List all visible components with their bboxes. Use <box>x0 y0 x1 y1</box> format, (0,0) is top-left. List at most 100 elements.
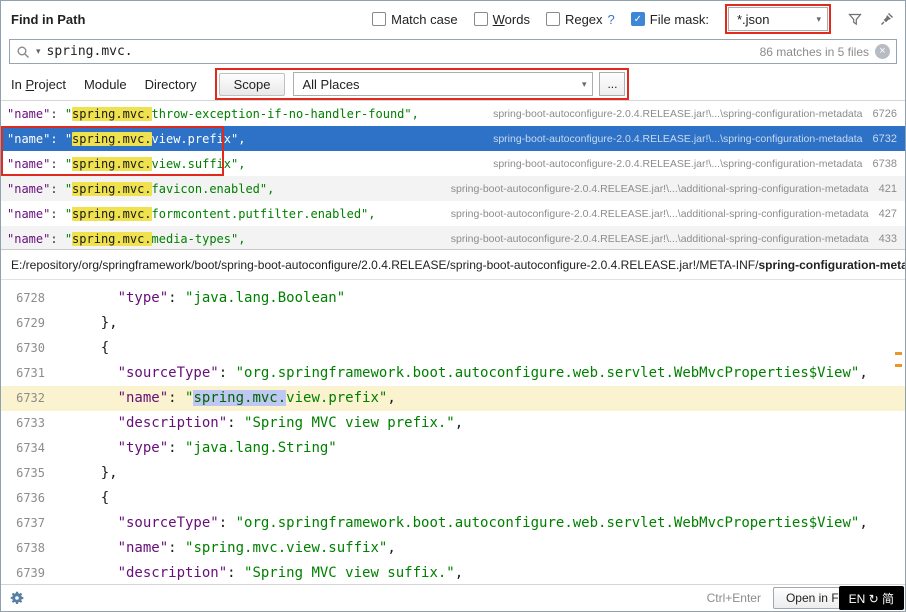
line-number: 6730 <box>1 336 59 361</box>
line-number: 6733 <box>1 411 59 436</box>
checkbox-box[interactable] <box>546 12 560 26</box>
result-match-text: "name": "spring.mvc.view.prefix", <box>7 132 245 146</box>
result-file-path: spring-boot-autoconfigure-2.0.4.RELEASE.… <box>493 108 862 120</box>
search-icon <box>16 45 30 59</box>
editor-line[interactable]: 6729 }, <box>1 311 905 336</box>
result-row[interactable]: "name": "spring.mvc.favicon.enabled",spr… <box>1 176 905 201</box>
code-segment: "spring.mvc.view.suffix" <box>185 540 387 556</box>
json-string: " <box>65 207 72 221</box>
scope-tab-module[interactable]: Module <box>84 77 127 92</box>
settings-gear-button[interactable] <box>9 590 25 606</box>
chevron-down-icon <box>582 79 587 90</box>
code-segment: : <box>168 540 185 556</box>
result-file-path: spring-boot-autoconfigure-2.0.4.RELEASE.… <box>451 183 869 195</box>
chevron-down-icon <box>816 14 821 25</box>
result-row[interactable]: "name": "spring.mvc.throw-exception-if-n… <box>1 101 905 126</box>
editor-line[interactable]: 6737 "sourceType": "org.springframework.… <box>1 511 905 536</box>
words-label: Words <box>493 12 530 27</box>
search-match-highlight: spring.mvc. <box>72 157 151 171</box>
scope-tab-scope-selected[interactable]: Scope <box>219 73 286 96</box>
words-checkbox[interactable]: Words <box>474 12 530 27</box>
editor-line[interactable]: 6733 "description": "Spring MVC view pre… <box>1 411 905 436</box>
find-in-path-dialog: Find in Path Match case Words Regex ? Fi… <box>0 0 906 612</box>
editor-scrollbar[interactable] <box>893 282 904 582</box>
line-number: 6731 <box>1 361 59 386</box>
editor-line[interactable]: 6735 }, <box>1 461 905 486</box>
code-segment: spring.mvc. <box>193 390 286 406</box>
editor-line[interactable]: 6739 "description": "Spring MVC view suf… <box>1 561 905 584</box>
json-string: view.prefix", <box>152 132 246 146</box>
code-segment: , <box>859 515 867 531</box>
scope-dropdown[interactable]: All Places <box>293 72 593 96</box>
code-segment: "Spring MVC view prefix." <box>244 415 455 431</box>
result-location: spring-boot-autoconfigure-2.0.4.RELEASE.… <box>451 208 897 220</box>
checkbox-box[interactable] <box>372 12 386 26</box>
result-row[interactable]: "name": "spring.mvc.view.suffix",spring-… <box>1 151 905 176</box>
line-number: 6732 <box>1 386 59 411</box>
code-segment: , <box>387 390 395 406</box>
line-text: "sourceType": "org.springframework.boot.… <box>59 361 868 386</box>
result-location: spring-boot-autoconfigure-2.0.4.RELEASE.… <box>493 133 897 145</box>
match-case-checkbox[interactable]: Match case <box>372 12 457 27</box>
file-mask-dropdown[interactable]: *.json <box>728 7 828 31</box>
code-segment: "description" <box>118 415 228 431</box>
code-segment: { <box>67 340 109 356</box>
line-text: "type": "java.lang.Boolean" <box>59 286 345 311</box>
result-line-number: 6732 <box>873 133 897 145</box>
code-segment: : <box>219 515 236 531</box>
editor-line[interactable]: 6736 { <box>1 486 905 511</box>
result-row[interactable]: "name": "spring.mvc.view.prefix", spring-… <box>1 126 905 151</box>
checkbox-box-checked[interactable] <box>631 12 645 26</box>
line-number: 6736 <box>1 486 59 511</box>
result-row[interactable]: "name": "spring.mvc.media-types",spring-… <box>1 226 905 250</box>
checkbox-box[interactable] <box>474 12 488 26</box>
clear-search-button[interactable] <box>875 44 890 59</box>
scope-tab-in-project[interactable]: In Project <box>11 77 66 92</box>
scope-more-button[interactable]: ... <box>599 72 625 96</box>
regex-help-link[interactable]: ? <box>608 12 615 27</box>
line-text: "type": "java.lang.String" <box>59 436 337 461</box>
json-key: "name" <box>7 132 50 146</box>
pin-window-button[interactable] <box>879 11 895 27</box>
result-location: spring-boot-autoconfigure-2.0.4.RELEASE.… <box>451 233 897 245</box>
search-input[interactable]: spring.mvc. <box>47 44 754 59</box>
code-segment: "name" <box>118 390 169 406</box>
filter-button[interactable] <box>847 11 863 27</box>
search-field[interactable]: spring.mvc. 86 matches in 5 files <box>9 39 897 64</box>
result-match-text: "name": "spring.mvc.formcontent.putfilte… <box>7 207 376 221</box>
scope-tab-directory[interactable]: Directory <box>145 77 197 92</box>
dialog-header: Find in Path Match case Words Regex ? Fi… <box>1 1 905 37</box>
line-number: 6735 <box>1 461 59 486</box>
editor-preview[interactable]: 6728 "type": "java.lang.Boolean"6729 },6… <box>1 280 905 584</box>
scope-bar: In Project Module Directory Scope All Pl… <box>1 68 905 100</box>
result-row[interactable]: "name": "spring.mvc.formcontent.putfilte… <box>1 201 905 226</box>
search-history-chevron-icon[interactable] <box>36 46 41 57</box>
gear-icon <box>9 590 25 606</box>
code-segment: "sourceType" <box>118 365 219 381</box>
file-mask-checkbox[interactable]: File mask: <box>631 12 709 27</box>
json-string: " <box>65 107 72 121</box>
line-text: "sourceType": "org.springframework.boot.… <box>59 511 868 536</box>
editor-line[interactable]: 6731 "sourceType": "org.springframework.… <box>1 361 905 386</box>
line-number: 6738 <box>1 536 59 561</box>
scroll-mark <box>895 352 902 355</box>
regex-checkbox[interactable]: Regex ? <box>546 12 615 27</box>
json-separator: : <box>50 182 64 196</box>
editor-line[interactable]: 6732 "name": "spring.mvc.view.prefix", <box>1 386 905 411</box>
editor-line[interactable]: 6730 { <box>1 336 905 361</box>
editor-line[interactable]: 6728 "type": "java.lang.Boolean" <box>1 286 905 311</box>
ime-language-badge[interactable]: EN ↻ 简 <box>839 586 904 610</box>
editor-line[interactable]: 6738 "name": "spring.mvc.view.suffix", <box>1 536 905 561</box>
result-file-path: spring-boot-autoconfigure-2.0.4.RELEASE.… <box>451 233 869 245</box>
line-text: "description": "Spring MVC view suffix."… <box>59 561 463 584</box>
code-segment: , <box>455 415 463 431</box>
code-segment <box>67 540 118 556</box>
preview-file-path: E:/repository/org/springframework/boot/s… <box>1 250 905 280</box>
code-segment <box>67 565 118 581</box>
results-list: "name": "spring.mvc.throw-exception-if-n… <box>1 100 905 250</box>
editor-line[interactable]: 6734 "type": "java.lang.String" <box>1 436 905 461</box>
json-string: " <box>65 232 72 246</box>
result-line-number: 427 <box>879 208 897 220</box>
code-segment <box>67 290 118 306</box>
search-match-highlight: spring.mvc. <box>72 107 151 121</box>
